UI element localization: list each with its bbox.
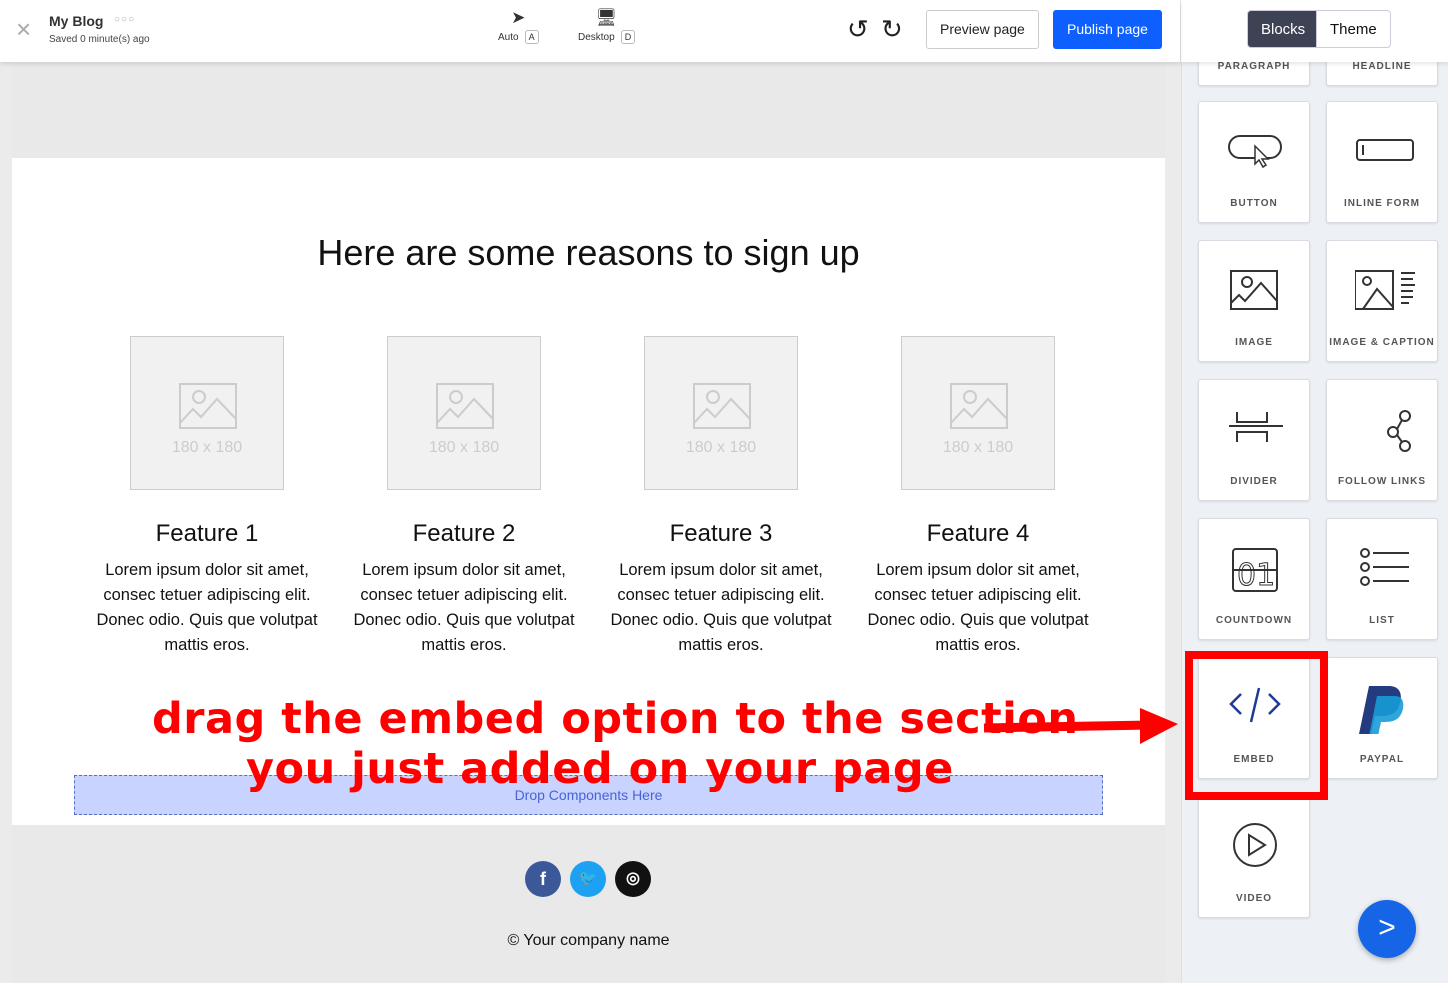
block-label: IMAGE	[1235, 337, 1273, 348]
block-label: LIST	[1369, 615, 1395, 626]
block-countdown[interactable]: 01 COUNTDOWN	[1198, 518, 1310, 640]
panel-tabs: Blocks Theme	[1181, 0, 1448, 62]
image-icon	[1230, 270, 1278, 310]
annotation-line-1: drag the embed option to the section	[152, 694, 1079, 744]
block-button[interactable]: BUTTON	[1198, 101, 1310, 223]
block-video[interactable]: VIDEO	[1198, 796, 1310, 918]
block-label: VIDEO	[1235, 893, 1273, 904]
button-icon	[1228, 135, 1282, 169]
video-icon	[1233, 823, 1277, 867]
paypal-icon	[1359, 686, 1404, 734]
image-placeholder[interactable]: 180 x 180	[901, 336, 1055, 490]
block-label: INLINE FORM	[1344, 198, 1420, 209]
block-follow-links[interactable]: FOLLOW LINKS	[1326, 379, 1438, 501]
facebook-icon[interactable]: f	[525, 861, 561, 897]
placeholder-size: 180 x 180	[428, 439, 500, 456]
block-label: PAYPAL	[1359, 754, 1405, 765]
instagram-icon[interactable]: ◎	[615, 861, 651, 897]
next-button[interactable]: >	[1358, 900, 1416, 958]
block-label: HEADLINE	[1352, 61, 1412, 72]
feature-card[interactable]: 180 x 180 Feature 1 Lorem ipsum dolor sit …	[87, 336, 327, 658]
section-heading[interactable]: Here are some reasons to sign up	[12, 232, 1165, 274]
more-icon[interactable]: ○○○	[114, 14, 135, 25]
monitor-icon: 🖥	[595, 8, 618, 27]
mode-label: Auto	[498, 32, 519, 43]
feature-title[interactable]: Feature 4	[858, 520, 1098, 548]
placeholder-size: 180 x 180	[942, 439, 1014, 456]
image-placeholder[interactable]: 180 x 180	[130, 336, 284, 490]
countdown-icon: 01	[1232, 548, 1278, 594]
svg-text:01: 01	[1237, 558, 1275, 593]
shortcut-key: D	[620, 30, 636, 44]
block-label: PARAGRAPH	[1217, 61, 1291, 72]
block-inline-form[interactable]: INLINE FORM	[1326, 101, 1438, 223]
save-status: Saved 0 minute(s) ago	[49, 34, 150, 45]
feature-card[interactable]: 180 x 180 Feature 3 Lorem ipsum dolor sit …	[601, 336, 841, 658]
block-image[interactable]: IMAGE	[1198, 240, 1310, 362]
publish-button[interactable]: Publish page	[1053, 10, 1162, 49]
block-image-caption[interactable]: IMAGE & CAPTION	[1326, 240, 1438, 362]
top-bar: × My Blog ○○○ Saved 0 minute(s) ago ➤ Aut…	[0, 0, 1180, 62]
cursor-icon: ➤	[511, 8, 526, 27]
inline-form-icon	[1356, 139, 1414, 161]
mode-label: Desktop	[578, 32, 615, 43]
feature-text[interactable]: Lorem ipsum dolor sit amet, consec tetue…	[344, 558, 584, 658]
annotation-line-2: you just added on your page	[246, 744, 954, 794]
image-placeholder[interactable]: 180 x 180	[387, 336, 541, 490]
list-icon	[1360, 548, 1409, 586]
placeholder-size: 180 x 180	[171, 439, 243, 456]
feature-card[interactable]: 180 x 180 Feature 4 Lorem ipsum dolor sit …	[858, 336, 1098, 658]
blocks-panel: PARAGRAPH HEADLINE BUTTON INLINE FORM IMAGE I…	[1181, 0, 1448, 983]
block-label: BUTTON	[1230, 198, 1278, 209]
placeholder-size: 180 x 180	[685, 439, 757, 456]
highlight-box	[1185, 651, 1328, 800]
block-label: COUNTDOWN	[1215, 615, 1293, 626]
tab-theme[interactable]: Theme	[1316, 10, 1391, 48]
image-caption-icon	[1355, 270, 1415, 310]
block-label: IMAGE & CAPTION	[1329, 337, 1435, 348]
redo-icon[interactable]: ↻	[881, 14, 903, 45]
footer-copyright[interactable]: © Your company name	[0, 932, 1177, 950]
preview-button[interactable]: Preview page	[926, 10, 1039, 49]
image-placeholder[interactable]: 180 x 180	[644, 336, 798, 490]
feature-title[interactable]: Feature 2	[344, 520, 584, 548]
shortcut-key: A	[524, 30, 539, 44]
block-list[interactable]: LIST	[1326, 518, 1438, 640]
feature-text[interactable]: Lorem ipsum dolor sit amet, consec tetue…	[858, 558, 1098, 658]
arrow-icon	[983, 708, 1178, 744]
feature-title[interactable]: Feature 1	[87, 520, 327, 548]
block-label: FOLLOW LINKS	[1337, 476, 1427, 487]
mode-desktop[interactable]: 🖥 Desktop D	[578, 8, 636, 44]
feature-text[interactable]: Lorem ipsum dolor sit amet, consec tetue…	[87, 558, 327, 658]
undo-icon[interactable]: ↺	[847, 14, 869, 45]
mode-auto[interactable]: ➤ Auto A	[498, 8, 539, 44]
feature-text[interactable]: Lorem ipsum dolor sit amet, consec tetue…	[601, 558, 841, 658]
close-icon[interactable]: ×	[16, 16, 38, 42]
block-label: DIVIDER	[1230, 476, 1278, 487]
block-paypal[interactable]: PAYPAL	[1326, 657, 1438, 779]
follow-links-icon	[1387, 410, 1411, 452]
block-divider[interactable]: DIVIDER	[1198, 379, 1310, 501]
feature-card[interactable]: 180 x 180 Feature 2 Lorem ipsum dolor sit …	[344, 336, 584, 658]
divider-icon	[1229, 412, 1283, 442]
tab-blocks[interactable]: Blocks	[1247, 10, 1320, 48]
feature-title[interactable]: Feature 3	[601, 520, 841, 548]
twitter-icon[interactable]: 🐦	[570, 861, 606, 897]
page-title: My Blog	[49, 13, 104, 29]
